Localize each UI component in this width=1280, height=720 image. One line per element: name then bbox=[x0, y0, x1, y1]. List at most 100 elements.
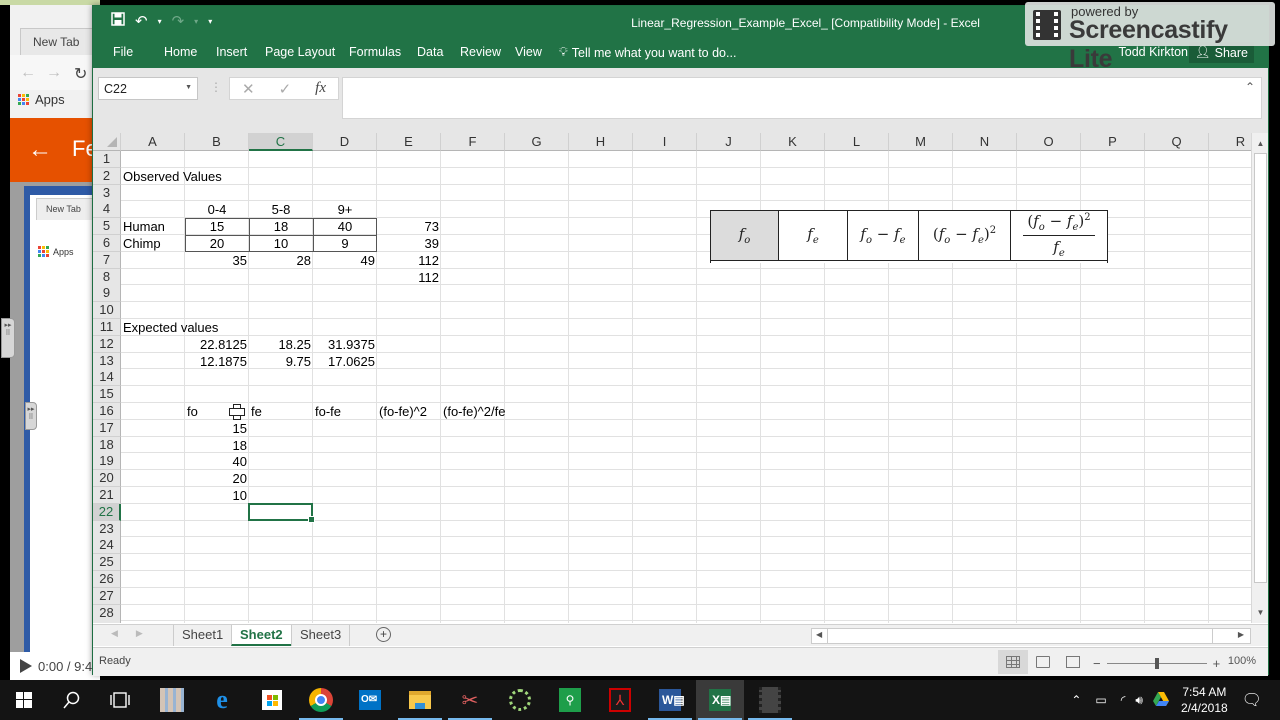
cell-c13[interactable]: 9.75 bbox=[249, 353, 313, 370]
column-header-q[interactable]: Q bbox=[1145, 133, 1209, 151]
prev-sheet-icon[interactable]: ◀ bbox=[111, 628, 118, 639]
cell-a2[interactable]: Observed Values bbox=[121, 168, 249, 185]
chevron-down-icon[interactable]: ▼ bbox=[185, 84, 192, 91]
name-box[interactable]: C22 ▼ bbox=[98, 77, 198, 100]
row-header-22[interactable]: 22 bbox=[93, 503, 121, 521]
tab-file[interactable]: File bbox=[113, 45, 133, 59]
row-header-23[interactable]: 23 bbox=[93, 520, 121, 538]
column-header-e[interactable]: E bbox=[377, 133, 441, 151]
row-header-6[interactable]: 6 bbox=[93, 235, 121, 252]
play-icon[interactable] bbox=[20, 659, 32, 673]
zoom-in-icon[interactable]: + bbox=[1213, 656, 1221, 671]
taskbar-acrobat[interactable]: ⅄ bbox=[596, 680, 644, 720]
cell-b12[interactable]: 22.8125 bbox=[185, 336, 249, 353]
row-header-25[interactable]: 25 bbox=[93, 554, 121, 572]
cancel-icon[interactable]: ✕ bbox=[242, 80, 255, 98]
vertical-scroll-thumb[interactable] bbox=[1254, 153, 1267, 583]
task-view-button[interactable] bbox=[96, 680, 144, 720]
inner-browser-tab[interactable]: New Tab bbox=[36, 198, 94, 220]
column-header-m[interactable]: M bbox=[889, 133, 953, 151]
cell-b20[interactable]: 20 bbox=[185, 470, 249, 487]
google-drive-icon[interactable] bbox=[1152, 691, 1169, 709]
inner-bookmark-apps[interactable]: Apps bbox=[38, 246, 74, 257]
horizontal-scroll-thumb[interactable] bbox=[827, 629, 1213, 643]
column-header-g[interactable]: G bbox=[505, 133, 569, 151]
battery-icon[interactable]: ▭ bbox=[1095, 693, 1106, 707]
cell-d12[interactable]: 31.9375 bbox=[313, 336, 377, 353]
page-layout-view-button[interactable] bbox=[1028, 650, 1058, 674]
cell-b13[interactable]: 12.1875 bbox=[185, 353, 249, 370]
scroll-left-icon[interactable]: ◀ bbox=[816, 630, 822, 639]
cell-b21[interactable]: 10 bbox=[185, 487, 249, 504]
volume-icon[interactable]: 🔊︎ bbox=[1135, 693, 1143, 708]
cell-b19[interactable]: 40 bbox=[185, 453, 249, 470]
browser-tab-new-tab[interactable]: New Tab bbox=[20, 28, 95, 55]
column-header-h[interactable]: H bbox=[569, 133, 633, 151]
sheet-tab-sheet3[interactable]: Sheet3 bbox=[291, 625, 351, 646]
taskbar-edge[interactable]: e bbox=[198, 680, 246, 720]
row-header-13[interactable]: 13 bbox=[93, 352, 121, 370]
clock[interactable]: 7:54 AM 2/4/2018 bbox=[1181, 684, 1228, 716]
zoom-knob[interactable] bbox=[1154, 658, 1159, 669]
cell-d16[interactable]: fo-fe bbox=[313, 403, 377, 420]
taskbar-chrome[interactable] bbox=[297, 680, 345, 720]
cell-c16[interactable]: fe bbox=[249, 403, 313, 420]
row-header-12[interactable]: 12 bbox=[93, 335, 121, 353]
column-header-j[interactable]: J bbox=[697, 133, 761, 151]
sheet-tab-sheet1[interactable]: Sheet1 bbox=[173, 625, 231, 646]
tab-page-layout[interactable]: Page Layout bbox=[265, 45, 335, 59]
wifi-icon[interactable]: ◜ bbox=[1121, 693, 1126, 707]
taskbar-video[interactable] bbox=[746, 680, 794, 720]
back-arrow-icon[interactable]: ← bbox=[28, 136, 52, 164]
page-break-preview-button[interactable] bbox=[1058, 650, 1088, 674]
tab-formulas[interactable]: Formulas bbox=[349, 45, 401, 59]
cell-f16[interactable]: (fo-fe)^2/fe bbox=[441, 403, 569, 420]
row-header-4[interactable]: 4 bbox=[93, 201, 121, 219]
next-sheet-icon[interactable]: ▶ bbox=[136, 628, 143, 639]
vertical-scrollbar[interactable]: ▲ ▼ bbox=[1251, 133, 1268, 623]
cell-b4[interactable]: 0-4 bbox=[185, 201, 249, 218]
row-header-20[interactable]: 20 bbox=[93, 470, 121, 488]
column-header-f[interactable]: F bbox=[441, 133, 505, 151]
cell-a6[interactable]: Chimp bbox=[121, 235, 185, 252]
column-header-l[interactable]: L bbox=[825, 133, 889, 151]
cell-d13[interactable]: 17.0625 bbox=[313, 353, 377, 370]
horizontal-scrollbar[interactable]: ◀ ▶ bbox=[811, 628, 1251, 644]
enter-check-icon[interactable]: ✓ bbox=[279, 80, 292, 98]
row-header-9[interactable]: 9 bbox=[93, 285, 121, 303]
formula-bar-grip-icon[interactable]: ⋮ bbox=[210, 80, 222, 94]
row-header-2[interactable]: 2 bbox=[93, 167, 121, 185]
taskbar-snipping-tool[interactable]: ✂︎ bbox=[446, 680, 494, 720]
taskbar-file-explorer[interactable] bbox=[396, 680, 444, 720]
column-header-i[interactable]: I bbox=[633, 133, 697, 151]
back-arrow-icon[interactable]: ← bbox=[20, 64, 36, 82]
row-header-7[interactable]: 7 bbox=[93, 251, 121, 269]
taskbar-word[interactable]: W▤ bbox=[646, 680, 694, 720]
row-header-29[interactable]: 29 bbox=[93, 621, 121, 623]
row-header-28[interactable]: 28 bbox=[93, 604, 121, 622]
side-panel-handle[interactable]: ▸▸ ⠿ bbox=[1, 318, 15, 358]
taskbar-outlook[interactable]: O✉︎ bbox=[346, 680, 394, 720]
scroll-right-icon[interactable]: ▶ bbox=[1238, 630, 1244, 639]
sheet-tab-sheet2[interactable]: Sheet2 bbox=[231, 625, 291, 646]
column-header-b[interactable]: B bbox=[185, 133, 249, 151]
zoom-track[interactable] bbox=[1106, 658, 1207, 669]
tab-view[interactable]: View bbox=[515, 45, 542, 59]
row-header-1[interactable]: 1 bbox=[93, 151, 121, 168]
row-header-27[interactable]: 27 bbox=[93, 587, 121, 605]
row-header-18[interactable]: 18 bbox=[93, 436, 121, 454]
scroll-down-icon[interactable]: ▼ bbox=[1252, 604, 1269, 621]
taskbar-green-app[interactable]: ⚲ bbox=[546, 680, 594, 720]
zoom-level[interactable]: 100% bbox=[1228, 655, 1256, 667]
collapse-formula-bar-icon[interactable]: ⌃ bbox=[1245, 80, 1255, 94]
search-button[interactable] bbox=[48, 680, 96, 720]
show-hidden-icons-icon[interactable]: ⌃ bbox=[1071, 693, 1081, 707]
cell-b18[interactable]: 18 bbox=[185, 437, 249, 454]
reload-icon[interactable]: ↻ bbox=[74, 64, 87, 84]
row-header-19[interactable]: 19 bbox=[93, 453, 121, 471]
tab-data[interactable]: Data bbox=[417, 45, 443, 59]
bookmark-apps[interactable]: Apps bbox=[18, 92, 65, 107]
column-header-p[interactable]: P bbox=[1081, 133, 1145, 151]
column-header-k[interactable]: K bbox=[761, 133, 825, 151]
select-all-button[interactable] bbox=[93, 133, 121, 151]
